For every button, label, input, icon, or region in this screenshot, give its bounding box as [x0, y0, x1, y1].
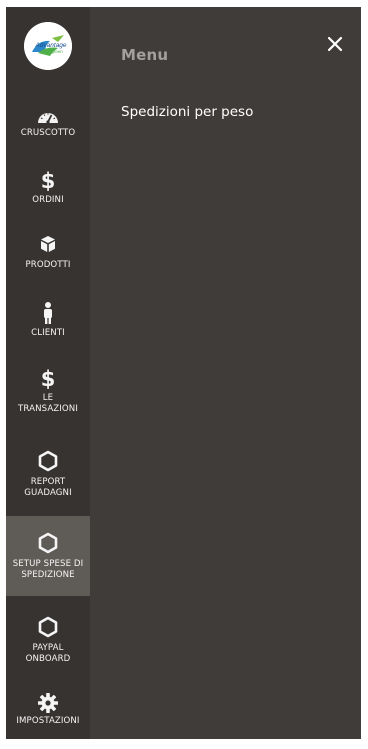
user-icon [44, 302, 52, 324]
sidebar-item-cruscotto[interactable]: CRUSCOTTO [6, 100, 90, 156]
sidebar-item-clienti[interactable]: CLIENTI [6, 299, 90, 349]
sidebar-item-label: CRUSCOTTO [20, 128, 76, 138]
dollar-icon: $ [41, 169, 56, 191]
svg-text:$: $ [41, 367, 56, 389]
dashboard-icon [38, 113, 58, 124]
gear-icon [38, 693, 58, 713]
sidebar-item-label: PAYPAL ONBOARD [25, 643, 71, 664]
sidebar-item-label: REPORT GUADAGNI [24, 477, 72, 498]
logo-subtext: green [51, 49, 63, 54]
hexagon-icon [38, 616, 58, 638]
close-button[interactable] [325, 34, 345, 54]
sidebar-item-report-guadagni[interactable]: REPORT GUADAGNI [6, 447, 90, 509]
sidebar-item-impostazioni[interactable]: IMPOSTAZIONI [6, 690, 90, 736]
logo-text: Advantage [34, 42, 66, 49]
sidebar-item-paypal-onboard[interactable]: PAYPAL ONBOARD [6, 613, 90, 675]
admin-sidebar: Advantage green CRUSCOTTO $ ORDINI PRODO… [6, 7, 90, 739]
logo[interactable]: Advantage green [24, 22, 72, 70]
dollar-icon: $ [41, 367, 56, 389]
sidebar-item-label: CLIENTI [31, 328, 65, 338]
sidebar-item-ordini[interactable]: $ ORDINI [6, 167, 90, 217]
svg-text:$: $ [41, 169, 56, 191]
sidebar-item-label: LE TRANSAZIONI [18, 393, 78, 414]
logo-icon: Advantage green [24, 22, 72, 70]
sidebar-item-label: PRODOTTI [25, 260, 71, 270]
hexagon-icon [38, 450, 58, 472]
sidebar-item-prodotti[interactable]: PRODOTTI [6, 232, 90, 282]
sidebar-item-label: SETUP SPESE DI SPEDIZIONE [12, 559, 84, 580]
panel-title: Menu [121, 46, 169, 64]
cube-icon [41, 236, 55, 252]
sidebar-item-label: IMPOSTAZIONI [16, 716, 80, 726]
submenu-panel: Menu Spedizioni per peso [90, 7, 361, 739]
sidebar-item-setup-spedizione[interactable]: SETUP SPESE DI SPEDIZIONE [6, 516, 90, 596]
sidebar-item-label: ORDINI [32, 195, 64, 205]
app-root: Advantage green CRUSCOTTO $ ORDINI PRODO… [0, 0, 368, 749]
sidebar-item-transazioni[interactable]: $ LE TRANSAZIONI [6, 365, 90, 427]
menu-link-spedizioni-per-peso[interactable]: Spedizioni per peso [121, 104, 253, 120]
hexagon-icon [38, 532, 58, 554]
close-icon [327, 36, 343, 52]
